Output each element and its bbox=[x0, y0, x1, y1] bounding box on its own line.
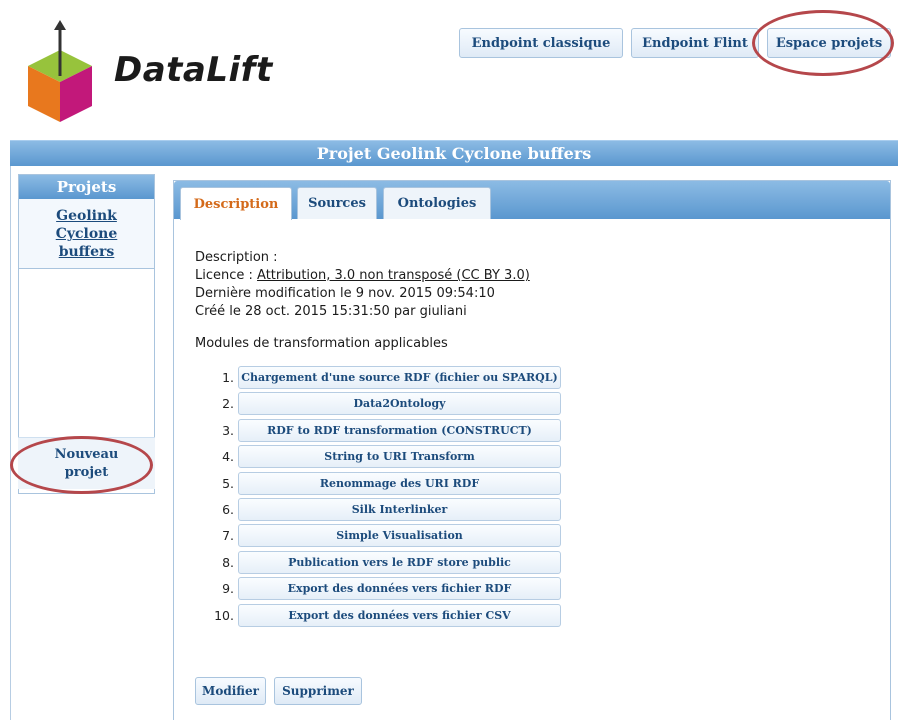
datalift-logo bbox=[22, 18, 112, 126]
module-number: 2. bbox=[222, 396, 234, 412]
modify-button[interactable]: Modifier bbox=[195, 677, 266, 705]
sidebar-item-label-line: Cyclone bbox=[55, 226, 118, 242]
module-row: 1. Chargement d'une source RDF (fichier o… bbox=[204, 365, 564, 391]
module-row: 2. Data2Ontology bbox=[204, 391, 564, 417]
module-button[interactable]: Export des données vers fichier CSV bbox=[238, 603, 561, 627]
brand-name: DataLift bbox=[114, 50, 273, 90]
module-button[interactable]: Renommage des URI RDF bbox=[238, 471, 561, 495]
sidebar-header: Projets bbox=[19, 175, 154, 199]
module-button[interactable]: RDF to RDF transformation (CONSTRUCT) bbox=[238, 418, 561, 442]
module-button[interactable]: String to URI Transform bbox=[238, 445, 561, 469]
module-row: 4. String to URI Transform bbox=[204, 444, 564, 470]
module-button[interactable]: Publication vers le RDF store public bbox=[238, 550, 561, 574]
module-button[interactable]: Data2Ontology bbox=[238, 392, 561, 416]
module-button[interactable]: Silk Interlinker bbox=[238, 497, 561, 521]
new-project-label-line: Nouveau bbox=[54, 447, 119, 462]
endpoint-classic-button[interactable]: Endpoint classique bbox=[459, 28, 623, 58]
module-row: 8. Publication vers le RDF store public bbox=[204, 550, 564, 576]
module-number: 3. bbox=[222, 422, 234, 438]
delete-button[interactable]: Supprimer bbox=[274, 677, 362, 705]
tab-description[interactable]: Description bbox=[180, 187, 292, 220]
licence-link[interactable]: Attribution, 3.0 non transposé (CC BY 3.… bbox=[257, 268, 530, 283]
new-project-label-line: projet bbox=[64, 465, 109, 480]
modified-date: Dernière modification le 9 nov. 2015 09:… bbox=[195, 286, 495, 301]
module-row: 3. RDF to RDF transformation (CONSTRUCT) bbox=[204, 418, 564, 444]
module-row: 10. Export des données vers fichier CSV bbox=[204, 603, 564, 629]
project-details: Description : Licence : Attribution, 3.0… bbox=[195, 249, 530, 321]
module-number: 8. bbox=[222, 554, 234, 570]
project-panel: Description Sources Ontologies Descripti… bbox=[173, 180, 891, 720]
modules-heading: Modules de transformation applicables bbox=[195, 336, 448, 351]
module-button[interactable]: Export des données vers fichier RDF bbox=[238, 577, 561, 601]
module-row: 5. Renommage des URI RDF bbox=[204, 471, 564, 497]
module-number: 9. bbox=[222, 581, 234, 597]
licence-label: Licence : bbox=[195, 268, 258, 283]
module-row: 6. Silk Interlinker bbox=[204, 497, 564, 523]
new-project-button[interactable]: Nouveau projet bbox=[18, 437, 155, 489]
module-row: 9. Export des données vers fichier RDF bbox=[204, 576, 564, 602]
module-row: 7. Simple Visualisation bbox=[204, 523, 564, 549]
licence-row: Licence : Attribution, 3.0 non transposé… bbox=[195, 267, 530, 285]
description-label: Description : bbox=[195, 250, 278, 265]
sidebar-item-label-line: buffers bbox=[58, 244, 115, 260]
module-button[interactable]: Simple Visualisation bbox=[238, 524, 561, 548]
module-number: 4. bbox=[222, 449, 234, 465]
tab-ontologies[interactable]: Ontologies bbox=[383, 187, 491, 219]
tab-sources[interactable]: Sources bbox=[297, 187, 377, 219]
sidebar-item-geolink-cyclone-buffers[interactable]: Geolink Cyclone buffers bbox=[19, 199, 154, 269]
module-number: 6. bbox=[222, 501, 234, 517]
module-number: 1. bbox=[222, 370, 234, 385]
endpoint-flint-button[interactable]: Endpoint Flint bbox=[631, 28, 759, 58]
modules-list: 1. Chargement d'une source RDF (fichier o… bbox=[204, 365, 564, 629]
tab-strip: Description Sources Ontologies bbox=[174, 181, 890, 220]
module-number: 5. bbox=[222, 475, 234, 491]
page-title: Projet Geolink Cyclone buffers bbox=[10, 140, 898, 166]
project-space-button[interactable]: Espace projets bbox=[767, 28, 891, 58]
sidebar-item-label-line: Geolink bbox=[56, 208, 117, 224]
created-date: Créé le 28 oct. 2015 15:31:50 par giulia… bbox=[195, 304, 467, 319]
module-number: 7. bbox=[222, 528, 234, 544]
module-button[interactable]: Chargement d'une source RDF (fichier ou … bbox=[238, 366, 561, 389]
module-number: 10. bbox=[214, 607, 234, 623]
